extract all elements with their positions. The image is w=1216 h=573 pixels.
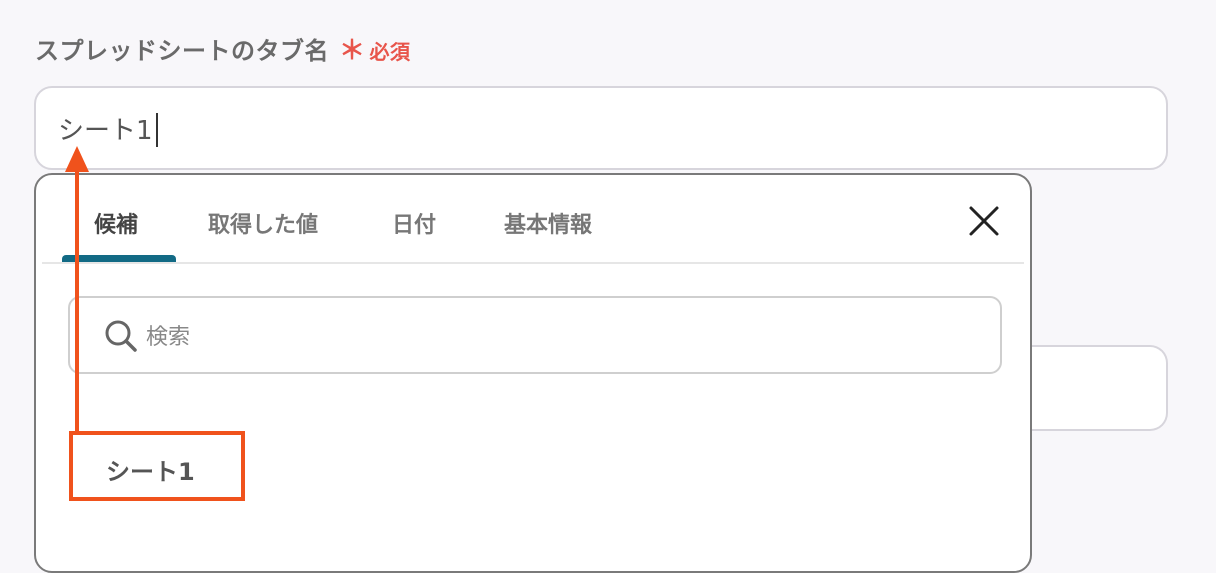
field-label-text: スプレッドシートのタブ名 <box>35 37 329 65</box>
sheet-tab-name-input[interactable]: シート1 <box>34 86 1168 170</box>
tab-candidates[interactable]: 候補 <box>94 207 138 239</box>
input-value: シート1 <box>58 116 153 146</box>
active-tab-indicator <box>62 255 176 262</box>
tab-date[interactable]: 日付 <box>392 207 436 239</box>
text-caret <box>155 112 158 147</box>
field-label: スプレッドシートのタブ名 ＊必須 <box>35 30 411 67</box>
required-text: 必須 <box>369 40 411 64</box>
tab-divider <box>42 262 1024 264</box>
tab-acquired-values[interactable]: 取得した値 <box>208 207 318 239</box>
search-input[interactable] <box>144 320 968 354</box>
search-icon <box>105 320 137 352</box>
search-box <box>68 296 1002 374</box>
close-icon <box>969 206 999 236</box>
required-mark: ＊ <box>339 36 366 66</box>
input-value-wrap: シート1 <box>58 110 158 149</box>
close-button[interactable] <box>966 203 1002 239</box>
tab-basic-info[interactable]: 基本情報 <box>504 207 592 239</box>
popup-tabs: 候補 取得した値 日付 基本情報 <box>36 175 1030 264</box>
candidate-item[interactable]: シート1 <box>106 452 195 487</box>
value-picker-popup: 候補 取得した値 日付 基本情報 シート1 <box>34 173 1032 573</box>
